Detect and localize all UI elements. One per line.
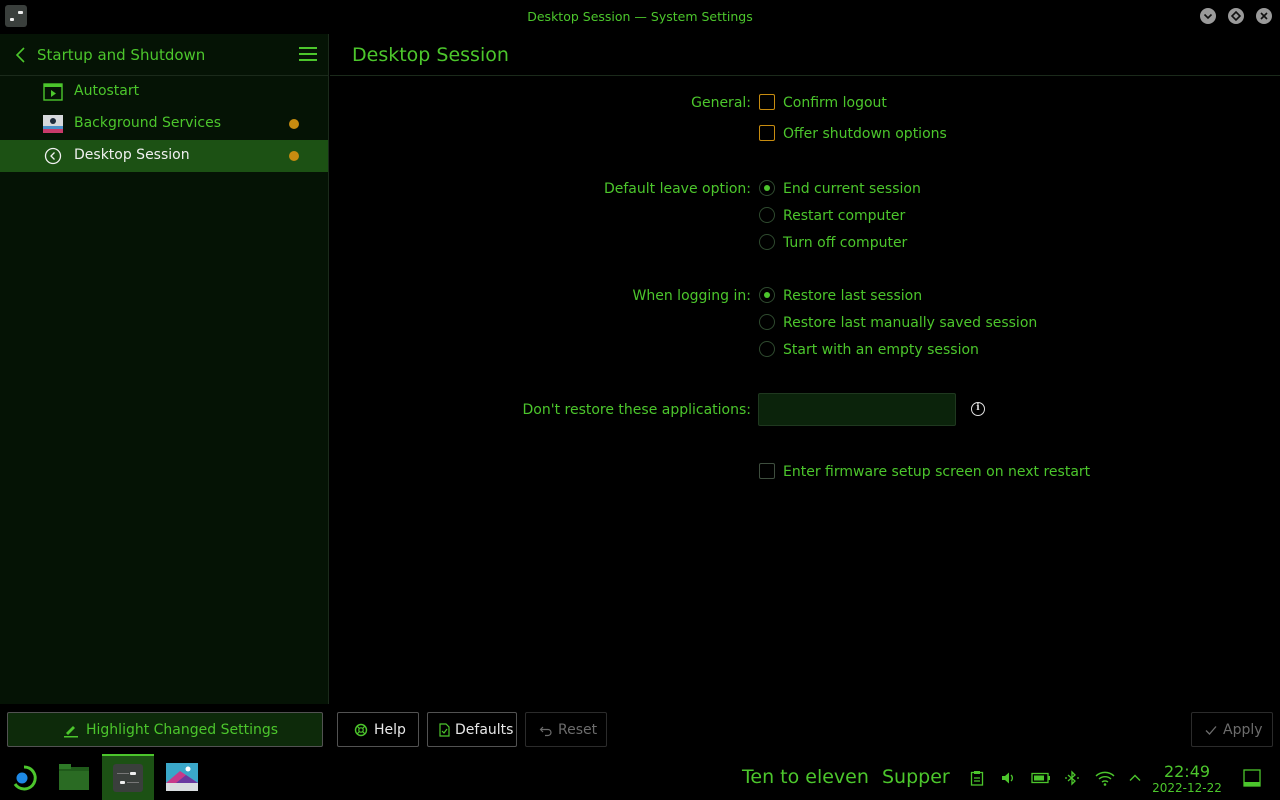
application-launcher-icon[interactable]: [11, 765, 37, 791]
highlight-changed-settings-button[interactable]: Highlight Changed Settings: [7, 712, 323, 747]
restart-computer-label[interactable]: Restart computer: [783, 208, 905, 224]
general-label: General:: [691, 95, 751, 111]
highlighter-icon: [64, 726, 78, 738]
apply-button[interactable]: Apply: [1191, 712, 1273, 747]
leave-option-label: Default leave option:: [603, 181, 751, 197]
image-viewer-icon: [166, 763, 198, 791]
turn-off-radio[interactable]: [759, 234, 775, 250]
clipboard-icon[interactable]: [969, 770, 985, 786]
checkmark-icon: [1205, 726, 1217, 735]
sidebar-item-autostart[interactable]: Autostart: [0, 76, 328, 108]
undo-icon: [539, 726, 552, 737]
task-image-viewer[interactable]: [156, 754, 208, 800]
restart-computer-radio[interactable]: [759, 207, 775, 223]
task-system-settings[interactable]: [102, 754, 154, 800]
back-arrow-icon[interactable]: [14, 45, 28, 65]
document-icon: [439, 723, 450, 737]
end-session-radio[interactable]: [759, 180, 775, 196]
page-header: Desktop Session: [330, 34, 1280, 76]
background-services-icon: [43, 115, 63, 133]
hamburger-menu-icon[interactable]: [299, 47, 317, 61]
minimize-button[interactable]: [1200, 8, 1216, 24]
autostart-icon: [43, 83, 63, 101]
sidebar-item-label: Autostart: [74, 83, 140, 99]
page-title: Desktop Session: [352, 44, 509, 66]
battery-icon[interactable]: [1031, 770, 1051, 786]
media-title[interactable]: Ten to eleven: [742, 766, 869, 788]
turn-off-label[interactable]: Turn off computer: [783, 235, 907, 251]
title-bar: Desktop Session — System Settings: [0, 0, 1280, 34]
taskbar: Ten to eleven Supper 22:49 2022-12-22: [0, 754, 1280, 800]
firmware-setup-label[interactable]: Enter firmware setup screen on next rest…: [783, 464, 1090, 480]
restore-saved-session-label[interactable]: Restore last manually saved session: [783, 315, 1037, 331]
restore-saved-session-radio[interactable]: [759, 314, 775, 330]
dont-restore-label: Don't restore these applications:: [522, 402, 752, 418]
sidebar-item-label: Background Services: [74, 115, 222, 131]
defaults-button-label: Defaults: [455, 722, 514, 738]
logging-in-label: When logging in:: [632, 288, 751, 304]
clock-date[interactable]: 2022-12-22: [1150, 781, 1224, 795]
apply-button-label: Apply: [1223, 722, 1263, 738]
help-icon: [354, 723, 368, 737]
help-button-label: Help: [374, 722, 406, 738]
reset-button[interactable]: Reset: [525, 712, 607, 747]
reset-button-label: Reset: [558, 722, 598, 738]
empty-session-radio[interactable]: [759, 341, 775, 357]
folder-icon: [59, 764, 89, 790]
window-title: Desktop Session — System Settings: [527, 9, 753, 24]
close-button[interactable]: [1256, 8, 1272, 24]
chevron-up-icon[interactable]: [1127, 770, 1143, 786]
defaults-button[interactable]: Defaults: [427, 712, 517, 747]
end-session-label[interactable]: End current session: [783, 181, 921, 197]
offer-shutdown-label[interactable]: Offer shutdown options: [783, 126, 947, 142]
restore-last-session-radio[interactable]: [759, 287, 775, 303]
dont-restore-input[interactable]: [758, 393, 956, 426]
task-file-manager[interactable]: [48, 754, 100, 800]
sidebar-item-label: Desktop Session: [74, 147, 190, 163]
maximize-button[interactable]: [1228, 8, 1244, 24]
volume-icon[interactable]: [1000, 770, 1016, 786]
empty-session-label[interactable]: Start with an empty session: [783, 342, 979, 358]
changed-indicator: [289, 119, 299, 129]
confirm-logout-checkbox[interactable]: [759, 94, 775, 110]
highlight-button-label: Highlight Changed Settings: [86, 722, 279, 738]
changed-indicator: [289, 151, 299, 161]
desktop-session-icon: [44, 147, 62, 165]
show-desktop-icon[interactable]: [1243, 769, 1261, 787]
offer-shutdown-checkbox[interactable]: [759, 125, 775, 141]
clock-time[interactable]: 22:49: [1155, 762, 1219, 781]
info-icon[interactable]: i: [971, 402, 985, 416]
sidebar-title[interactable]: Startup and Shutdown: [37, 46, 205, 64]
sidebar: Startup and Shutdown Autostart Backgroun…: [0, 34, 329, 704]
firmware-setup-checkbox[interactable]: [759, 463, 775, 479]
sidebar-header: Startup and Shutdown: [0, 34, 328, 76]
help-button[interactable]: Help: [337, 712, 419, 747]
confirm-logout-label[interactable]: Confirm logout: [783, 95, 887, 111]
restore-last-session-label[interactable]: Restore last session: [783, 288, 922, 304]
bluetooth-icon[interactable]: [1064, 770, 1080, 786]
wifi-icon[interactable]: [1095, 770, 1115, 786]
media-artist[interactable]: Supper: [882, 766, 950, 788]
system-settings-icon: [113, 764, 143, 792]
sidebar-item-desktop-session[interactable]: Desktop Session: [0, 140, 328, 172]
sidebar-item-background-services[interactable]: Background Services: [0, 108, 328, 140]
